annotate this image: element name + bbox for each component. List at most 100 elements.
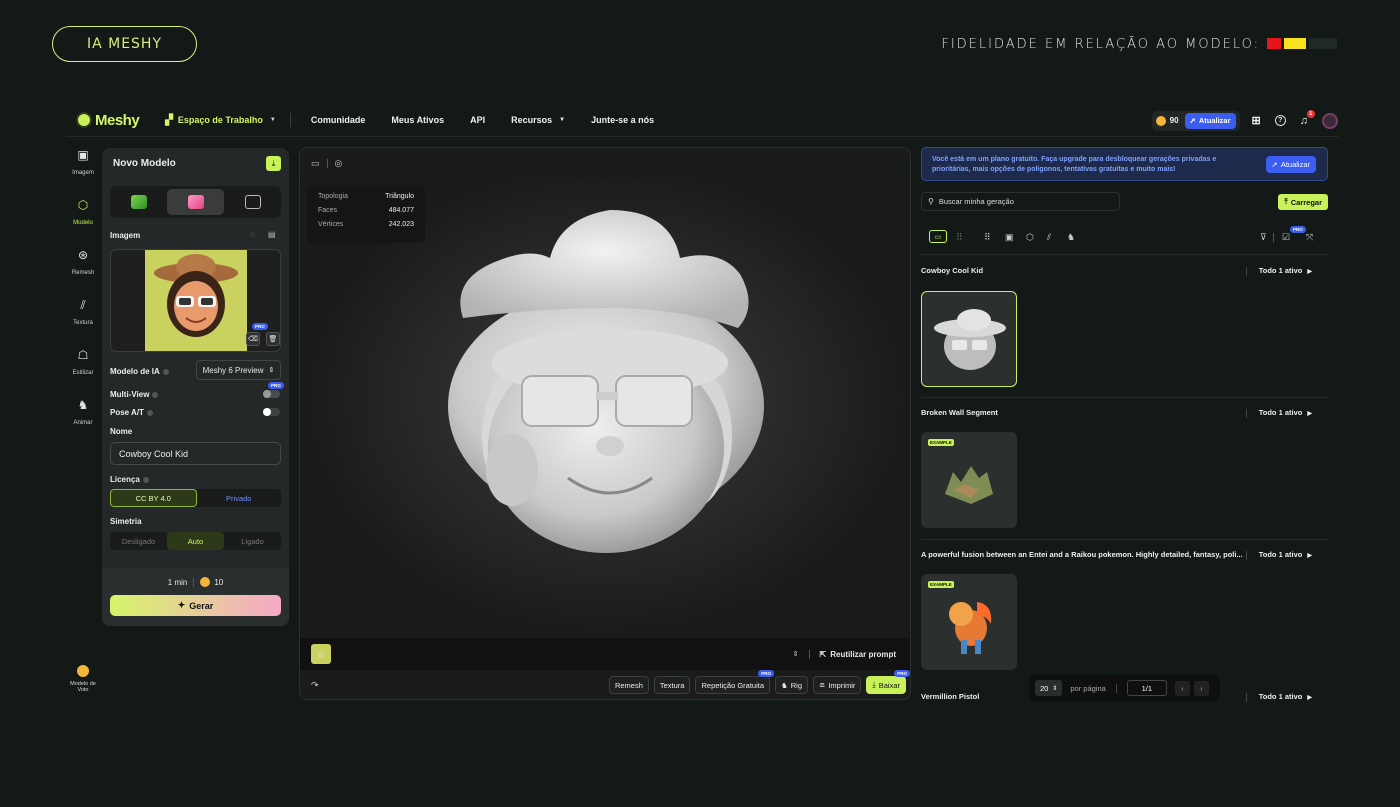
download-panel-icon[interactable]: ⤓ — [266, 156, 281, 171]
upgrade-button[interactable]: ➚ Atualizar — [1184, 112, 1236, 129]
book-icon[interactable]: ▤ — [268, 230, 276, 239]
rail-item-stylize[interactable]: ☖ Estilizar — [66, 348, 100, 398]
divider — [1115, 683, 1117, 693]
upload-button[interactable]: ⤒ Carregar — [1278, 194, 1328, 210]
free-retry-button[interactable]: Repetição Gratuita PRO — [695, 670, 775, 694]
symmetry-off-label: Desligado — [121, 536, 156, 546]
prev-page-button[interactable]: ‹ — [1174, 680, 1190, 696]
asset-thumbnail-wall[interactable]: EXAMPLE — [921, 432, 1017, 528]
ai-model-select[interactable]: Meshy 6 Preview ⇕ — [196, 360, 281, 380]
3d-scene[interactable] — [300, 178, 910, 638]
nav-divider — [289, 113, 291, 127]
rail-item-model[interactable]: ⬡ Modelo — [66, 198, 100, 248]
multiview-toggle[interactable] — [263, 390, 280, 398]
generate-button[interactable]: ✦ Gerar — [110, 595, 281, 616]
image-icon[interactable]: ▣ — [1005, 232, 1014, 243]
reuse-prompt-button[interactable]: ⇱ Reutilizar prompt — [820, 650, 896, 659]
filter-off-icon[interactable]: ⊽ — [1260, 232, 1267, 243]
select-icon[interactable]: ☑ — [1282, 232, 1290, 243]
nav-my-assets[interactable]: Meus Ativos — [391, 115, 444, 125]
rail-item-texture[interactable]: ⫽ Textura — [66, 298, 100, 348]
monitor-icon[interactable]: ▭ — [311, 158, 320, 169]
run-icon[interactable]: ♞ — [1067, 232, 1075, 243]
erase-icon[interactable]: ⌫ — [246, 332, 260, 346]
print-label: Imprimir — [828, 680, 856, 690]
next-page-button[interactable]: › — [1193, 680, 1209, 696]
asset-group-all-link[interactable]: Todo 1 ativo ▶ — [1245, 408, 1312, 418]
example-tag: EXAMPLE — [928, 581, 954, 588]
download-button[interactable]: ⤓ Baixar PRO — [866, 670, 910, 694]
asset-group-all-link[interactable]: Todo 1 ativo ▶ — [1245, 266, 1312, 276]
expand-icon[interactable]: ⤧ — [1306, 232, 1313, 243]
print-button[interactable]: ≘ Imprimir — [813, 676, 862, 694]
help-icon[interactable]: ? — [1274, 115, 1286, 126]
nav-resources[interactable]: Recursos ▼ — [511, 115, 565, 125]
asset-thumbnail-pokemon[interactable]: EXAMPLE — [921, 574, 1017, 670]
info-icon — [152, 391, 159, 398]
tab-text-to-3d[interactable] — [167, 189, 224, 215]
credit-cost: 10 — [214, 577, 224, 587]
asset-group-all-link[interactable]: Todo 1 ativo ▶ — [1241, 550, 1312, 560]
name-input[interactable]: Cowboy Cool Kid — [110, 442, 281, 465]
prompt-thumbnail[interactable]: ☺ — [311, 644, 331, 664]
page-input[interactable]: 1/1 — [1126, 680, 1167, 696]
symmetry-auto-label: Auto — [187, 536, 204, 546]
asset-thumbnail-cowboy[interactable] — [921, 291, 1017, 387]
nav-join[interactable]: Junte-se a nós — [591, 115, 654, 125]
globe-icon[interactable]: ◎ — [335, 158, 343, 169]
nav-right-group: 90 ➚ Atualizar ⊞ ? ♫ 1 — [1151, 109, 1338, 131]
topology-stats: Topologia Triângulo Faces 484.077 Vértices… — [307, 185, 425, 243]
symmetry-auto[interactable]: Auto — [167, 532, 224, 550]
gift-icon[interactable]: ⊞ — [1252, 114, 1261, 127]
stat-value: 484.077 — [388, 207, 414, 214]
free-retry-label: Repetição Gratuita — [701, 680, 765, 690]
asset-group-name: Broken Wall Segment — [921, 408, 998, 417]
nav-api[interactable]: API — [470, 115, 485, 125]
image-preview-box[interactable]: ⌫ PRO 🗑 — [110, 249, 281, 352]
pose-toggle[interactable] — [263, 408, 280, 416]
nav-join-label: Junte-se a nós — [591, 115, 655, 125]
pro-badge: PRO — [894, 670, 910, 677]
asset-group-name: A powerful fusion between an Entei and a… — [921, 550, 1243, 559]
brand-logo[interactable]: Meshy — [76, 112, 140, 129]
license-label-text: Licença — [110, 475, 140, 484]
rail-item-animate[interactable]: ♞ Animar — [66, 398, 100, 448]
upgrade-label: Atualizar — [1198, 116, 1231, 125]
search-box[interactable]: ⚲ Buscar minha geração — [921, 192, 1120, 211]
updown-icon[interactable]: ⇕ — [793, 650, 799, 658]
banner-upgrade-button[interactable]: ➚ Atualizar — [1265, 156, 1316, 173]
license-option-private[interactable]: Privado — [197, 489, 282, 507]
nav-workspace[interactable]: ▞ Espaço de Trabalho ▼ — [165, 115, 276, 126]
bell-icon[interactable]: ♫ 1 — [1300, 109, 1315, 127]
top-nav: Meshy ▞ Espaço de Trabalho ▼ Comunidade … — [66, 104, 1338, 137]
texture-label: Textura — [659, 680, 685, 690]
tab-multi-image[interactable] — [224, 186, 281, 218]
license-option-cc[interactable]: CC BY 4.0 — [110, 489, 197, 507]
share-icon[interactable]: ↷ — [311, 680, 319, 691]
nav-community[interactable]: Comunidade — [311, 115, 366, 125]
texture-button[interactable]: Textura — [653, 676, 691, 694]
rocket-icon: ➚ — [1271, 160, 1278, 169]
trash-icon[interactable]: 🗑 — [266, 332, 280, 346]
asset-group-all-link[interactable]: Todo 1 ativo ▶ — [1245, 692, 1312, 702]
rail-item-remesh[interactable]: ⊛ Remesh — [66, 248, 100, 298]
credits-pill[interactable]: 90 ➚ Atualizar — [1151, 110, 1240, 131]
dots-grid-icon[interactable]: ⠿ — [984, 232, 991, 243]
grid-icon[interactable]: ⠿ — [956, 232, 963, 243]
tab-single-image[interactable] — [110, 186, 167, 218]
avatar[interactable] — [1322, 112, 1338, 129]
single-image-icon — [130, 195, 147, 209]
cube-icon[interactable]: ⬡ — [1026, 232, 1034, 243]
texture-icon[interactable]: ⫽ — [1047, 232, 1051, 243]
multiview-label-text: Multi-View — [110, 390, 150, 399]
vote-model-button[interactable]: Modelo de Voto — [66, 665, 100, 693]
vote-label-line2: Voto — [77, 687, 89, 693]
remesh-button[interactable]: Remesh — [608, 676, 649, 694]
symmetry-off[interactable]: Desligado — [110, 532, 167, 550]
folder-icon[interactable]: ▭ — [929, 230, 947, 243]
lightbulb-icon[interactable]: ◌ — [250, 230, 255, 239]
symmetry-on[interactable]: Ligado — [224, 532, 281, 550]
per-page-select[interactable]: 20 ⇕ — [1035, 680, 1063, 696]
rail-item-image[interactable]: ▣ Imagem — [66, 148, 100, 198]
rig-button[interactable]: ♞ Rig — [775, 676, 809, 694]
